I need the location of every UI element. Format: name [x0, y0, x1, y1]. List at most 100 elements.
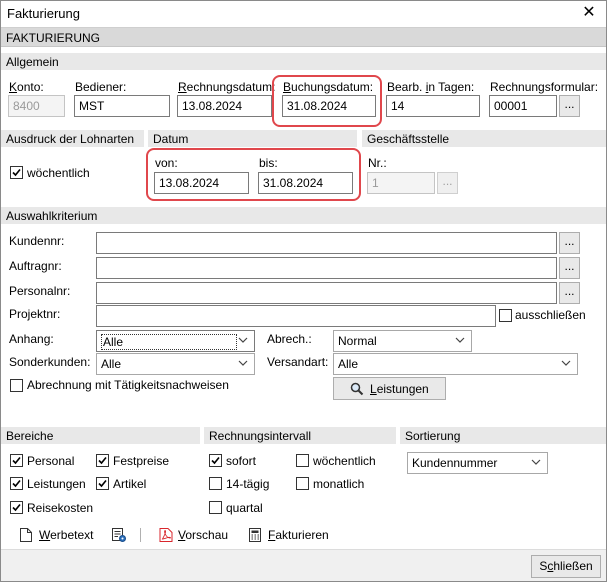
leistungen-button[interactable]: Leistungen — [333, 377, 446, 400]
formular-browse-button[interactable]: ... — [559, 95, 580, 117]
banner-title: FAKTURIERUNG — [6, 31, 101, 45]
header-banner: FAKTURIERUNG — [1, 27, 606, 47]
chevron-down-icon — [455, 337, 465, 343]
intervall-woechentlich-checkbox[interactable] — [296, 454, 309, 467]
title-bar: Fakturierung ✕ — [1, 1, 606, 27]
section-ausdruck: Ausdruck der Lohnarten — [1, 130, 144, 147]
section-geschaeftsstelle-label: Geschäftsstelle — [367, 132, 450, 146]
fakturieren-button[interactable]: Fakturieren — [248, 525, 330, 545]
checkmark-icon — [12, 456, 21, 465]
datum-highlight — [146, 148, 361, 201]
auftragnr-browse-button[interactable]: ... — [559, 257, 580, 279]
rechnungsdatum-label: Rechnungsdatum: — [178, 80, 276, 94]
checkmark-icon — [12, 503, 21, 512]
nr-browse-button: ... — [437, 172, 458, 194]
chevron-down-icon — [238, 337, 248, 343]
section-sortierung-label: Sortierung — [405, 429, 461, 443]
search-icon — [350, 382, 364, 396]
ausschliessen-label: ausschließen — [515, 308, 586, 322]
versandart-label: Versandart: — [267, 355, 329, 369]
quartal-label: quartal — [226, 501, 263, 515]
pdf-icon — [159, 528, 173, 542]
vorschau-button[interactable]: Vorschau — [158, 525, 230, 545]
sortierung-value: Kundennummer — [412, 456, 498, 470]
checkmark-icon — [98, 456, 107, 465]
versandart-value: Alle — [338, 357, 359, 371]
taetigkeit-label: Abrechnung mit Tätigkeitsnachweisen — [27, 378, 229, 392]
monatlich-checkbox[interactable] — [296, 477, 309, 490]
formular-settings-button[interactable] — [111, 525, 129, 545]
personalnr-browse-button[interactable]: ... — [559, 282, 580, 304]
sonderkunden-value: Alle — [101, 357, 122, 371]
schliessen-button[interactable]: Schließen — [531, 555, 601, 578]
taetigkeit-checkbox[interactable] — [10, 379, 23, 392]
dialog-footer: Schließen — [1, 549, 606, 581]
abrech-select[interactable]: Normal — [333, 330, 472, 352]
sonderkunden-select[interactable]: Alle — [96, 353, 255, 375]
werbetext-button[interactable]: Werbetext — [19, 525, 99, 545]
checkmark-icon — [12, 168, 21, 177]
reisekosten-label: Reisekosten — [27, 501, 94, 515]
bediener-label: Bediener: — [75, 80, 127, 94]
anhang-value: Alle — [101, 334, 237, 350]
fakturieren-label: Fakturieren — [268, 528, 329, 542]
versandart-select[interactable]: Alle — [333, 353, 578, 375]
quartal-checkbox[interactable] — [209, 501, 222, 514]
toolbar-separator — [140, 528, 141, 542]
chevron-down-icon — [238, 360, 248, 366]
checkmark-icon — [211, 456, 220, 465]
nr-field: 1 — [367, 172, 435, 194]
leistungen-label: Leistungen — [27, 477, 86, 491]
auftragnr-label: Auftragnr: — [9, 259, 62, 273]
ausschliessen-checkbox[interactable] — [499, 309, 512, 322]
intervall-woechentlich-label: wöchentlich — [313, 454, 376, 468]
reisekosten-checkbox[interactable] — [10, 501, 23, 514]
window-title: Fakturierung — [7, 6, 80, 21]
woechentlich-checkbox[interactable] — [10, 166, 23, 179]
checkmark-icon — [98, 479, 107, 488]
projektnr-field[interactable] — [96, 305, 496, 327]
chevron-down-icon — [531, 459, 541, 465]
sofort-label: sofort — [226, 454, 257, 468]
personalnr-field[interactable] — [96, 282, 557, 304]
sofort-checkbox[interactable] — [209, 454, 222, 467]
chevron-down-icon — [561, 360, 571, 366]
schliessen-label: Schließen — [539, 559, 593, 573]
artikel-checkbox[interactable] — [96, 477, 109, 490]
14-taegig-label: 14-tägig — [226, 477, 270, 491]
anhang-label: Anhang: — [9, 332, 54, 346]
auftragnr-field[interactable] — [96, 257, 557, 279]
konto-label: Konto: — [9, 80, 44, 94]
14-taegig-checkbox[interactable] — [209, 477, 222, 490]
section-bereiche-label: Bereiche — [6, 429, 54, 443]
artikel-label: Artikel — [113, 477, 147, 491]
rechnungsdatum-field[interactable]: 13.08.2024 — [177, 95, 272, 117]
close-icon[interactable]: ✕ — [580, 3, 598, 23]
leistungen-checkbox[interactable] — [10, 477, 23, 490]
section-datum-label: Datum — [153, 132, 189, 146]
fakturierung-window: Fakturierung ✕ FAKTURIERUNG Allgemein Ko… — [0, 0, 607, 582]
anhang-select[interactable]: Alle — [96, 330, 255, 352]
checkmark-icon — [12, 479, 21, 488]
bearb-field[interactable]: 14 — [386, 95, 480, 117]
sortierung-select[interactable]: Kundennummer — [407, 452, 548, 474]
kundennr-field[interactable] — [96, 232, 557, 254]
konto-field: 8400 — [8, 95, 65, 117]
personal-checkbox[interactable] — [10, 454, 23, 467]
woechentlich-label: wöchentlich — [27, 166, 90, 180]
settings-form-icon — [112, 528, 126, 542]
festpreise-checkbox[interactable] — [96, 454, 109, 467]
section-bereiche: Bereiche — [1, 427, 200, 444]
abrech-value: Normal — [338, 334, 377, 348]
projektnr-label: Projektnr: — [9, 307, 61, 321]
section-ausdruck-label: Ausdruck der Lohnarten — [6, 132, 135, 146]
formular-label: Rechnungsformular: — [490, 80, 599, 94]
bearb-label: Bearb. in Tagen: — [387, 80, 475, 94]
section-intervall-label: Rechnungsintervall — [209, 429, 312, 443]
kundennr-browse-button[interactable]: ... — [559, 232, 580, 254]
bediener-field[interactable]: MST — [74, 95, 170, 117]
document-icon — [20, 528, 32, 542]
personalnr-label: Personalnr: — [9, 284, 71, 298]
calculator-icon — [249, 528, 261, 542]
formular-field[interactable]: 00001 — [489, 95, 557, 117]
